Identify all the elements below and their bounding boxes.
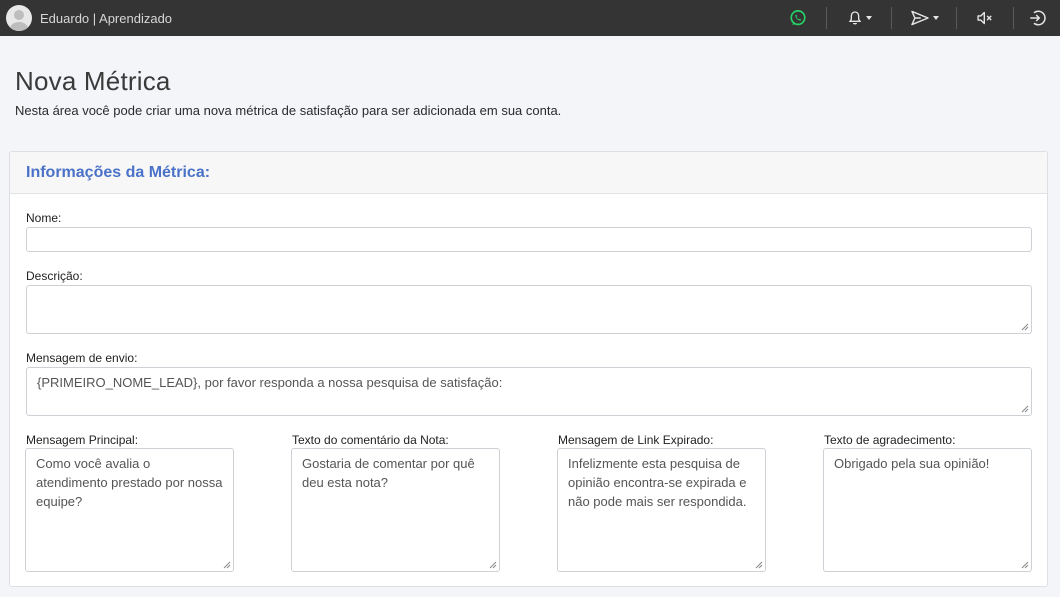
send-dropdown[interactable] <box>892 0 956 36</box>
send-icon <box>910 10 930 26</box>
card-header: Informações da Métrica: <box>10 152 1047 194</box>
resize-handle-icon[interactable] <box>1021 405 1029 413</box>
card-title: Informações da Métrica: <box>26 163 211 181</box>
mensagem-principal-textarea[interactable]: Como você avalia o atendimento prestado … <box>25 448 234 572</box>
top-bar-actions <box>778 0 1060 36</box>
top-bar: Eduardo | Aprendizado <box>0 0 1060 36</box>
descricao-label: Descrição: <box>26 269 83 283</box>
texto-agradecimento-label: Texto de agradecimento: <box>824 433 956 447</box>
mute-icon[interactable] <box>957 0 1013 36</box>
page-title: Nova Métrica <box>15 66 171 96</box>
nome-input[interactable] <box>26 227 1032 252</box>
texto-comentario-label: Texto do comentário da Nota: <box>292 433 449 447</box>
resize-handle-icon[interactable] <box>1021 323 1029 331</box>
descricao-textarea[interactable] <box>26 285 1032 334</box>
texto-agradecimento-textarea[interactable]: Obrigado pela sua opinião! <box>823 448 1032 572</box>
bell-icon <box>847 10 863 26</box>
nome-label: Nome: <box>26 211 62 225</box>
chevron-down-icon <box>865 16 872 20</box>
chevron-down-icon <box>932 16 939 20</box>
mensagem-link-expirado-textarea[interactable]: Infelizmente esta pesquisa de opinião en… <box>557 448 766 572</box>
mensagem-link-expirado-label: Mensagem de Link Expirado: <box>558 433 714 447</box>
resize-handle-icon[interactable] <box>223 561 231 569</box>
mensagem-principal-label: Mensagem Principal: <box>26 433 139 447</box>
whatsapp-icon[interactable] <box>778 0 818 36</box>
avatar[interactable] <box>6 5 32 31</box>
user-account-label[interactable]: Eduardo | Aprendizado <box>40 11 172 26</box>
mensagem-envio-textarea[interactable]: {PRIMEIRO_NOME_LEAD}, por favor responda… <box>26 367 1032 416</box>
notifications-dropdown[interactable] <box>827 0 891 36</box>
resize-handle-icon[interactable] <box>1021 561 1029 569</box>
mensagem-envio-label: Mensagem de envio: <box>26 351 138 365</box>
logout-icon[interactable] <box>1014 0 1060 36</box>
resize-handle-icon[interactable] <box>755 561 763 569</box>
page-description: Nesta área você pode criar uma nova métr… <box>15 103 562 118</box>
resize-handle-icon[interactable] <box>489 561 497 569</box>
texto-comentario-textarea[interactable]: Gostaria de comentar por quê deu esta no… <box>291 448 500 572</box>
